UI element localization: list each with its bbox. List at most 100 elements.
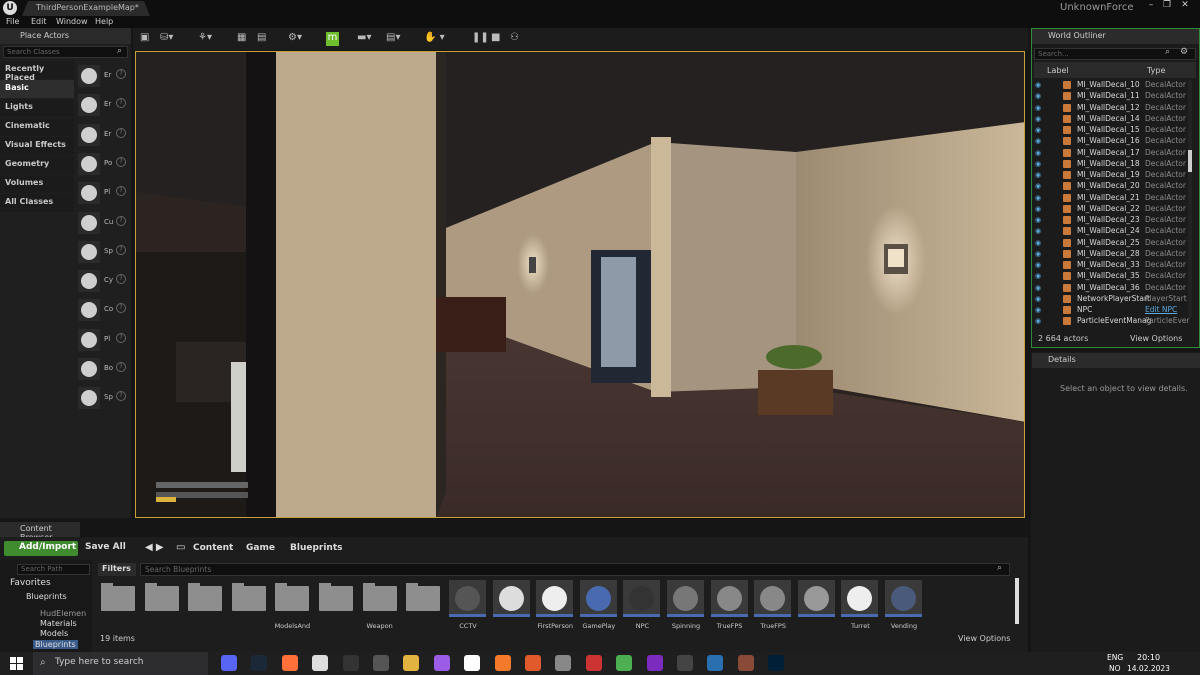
breadcrumb-content[interactable]: Content [193, 543, 233, 553]
outliner-row[interactable]: ◉ NetworkPlayerStart PlayerStart [1034, 294, 1188, 305]
help-icon[interactable]: ? [116, 362, 126, 372]
actor-item[interactable]: Er? [76, 63, 129, 91]
menu-window[interactable]: Window [56, 17, 88, 26]
actor-item[interactable]: Cu? [76, 210, 129, 238]
outliner-row[interactable]: ◉ MI_WallDecal_21 DecalActor [1034, 193, 1188, 204]
outliner-row[interactable]: ◉ MI_WallDecal_22 DecalActor [1034, 204, 1188, 215]
visibility-eye-icon[interactable]: ◉ [1035, 194, 1044, 202]
category-geometry[interactable]: Geometry [0, 156, 74, 174]
asset-thumbnail[interactable] [623, 580, 661, 617]
content-scrollbar[interactable] [1015, 578, 1019, 624]
menu-edit[interactable]: Edit [31, 17, 47, 26]
folder-icon[interactable] [101, 583, 135, 611]
source-control-icon[interactable]: ⛁▾ [160, 32, 173, 46]
column-type[interactable]: Type [1147, 66, 1165, 75]
folder-icon[interactable] [144, 583, 179, 611]
class-search-input[interactable]: Search Classes [3, 46, 128, 58]
minimize-icon[interactable]: – [1144, 0, 1158, 12]
outliner-row[interactable]: ◉ MI_WallDecal_11 DecalActor [1034, 91, 1188, 102]
visibility-eye-icon[interactable]: ◉ [1035, 317, 1044, 325]
help-icon[interactable]: ? [116, 127, 126, 138]
outliner-scroll-thumb[interactable] [1188, 150, 1192, 172]
breadcrumb-game[interactable]: Game [246, 543, 275, 553]
stop-icon[interactable]: ■ [491, 32, 500, 46]
save-all-button[interactable]: Save All [85, 542, 126, 552]
help-icon[interactable]: ? [116, 186, 126, 197]
launch-icon[interactable]: ✋ ▾ [424, 32, 445, 46]
content-browser-tab[interactable]: Content Browser [0, 522, 80, 542]
folder-icon[interactable] [188, 583, 223, 611]
outliner-row[interactable]: ◉ MI_WallDecal_28 DecalActor [1034, 249, 1188, 260]
modes-icon[interactable]: ⚘▾ [198, 32, 212, 46]
obs-icon[interactable] [373, 655, 389, 671]
content-view-options[interactable]: View Options [958, 634, 1010, 643]
visibility-eye-icon[interactable]: ◉ [1035, 182, 1044, 190]
tree-models[interactable]: Models [40, 629, 68, 638]
settings-icon[interactable]: ⚙▾ [288, 32, 302, 46]
outliner-row[interactable]: ◉ MI_WallDecal_10 DecalActor [1034, 80, 1188, 91]
category-recently-placed[interactable]: Recently Placed [0, 61, 74, 82]
ref-icon[interactable] [677, 655, 693, 671]
menu-help[interactable]: Help [95, 17, 113, 26]
filters-button[interactable]: Filters [98, 563, 136, 576]
marketplace-icon[interactable]: ▤ [257, 32, 266, 46]
tor-icon[interactable] [646, 655, 663, 671]
visibility-eye-icon[interactable]: ◉ [1035, 115, 1044, 123]
asset-thumbnail[interactable] [841, 580, 879, 617]
taskbar-search-input[interactable]: Type here to search [33, 652, 208, 675]
asset-thumbnail[interactable] [449, 580, 486, 617]
breadcrumb-blueprints[interactable]: Blueprints [290, 543, 343, 553]
outliner-row[interactable]: ◉ ParticleEventManag ParticleEver [1034, 316, 1190, 327]
outliner-view-options[interactable]: View Options [1130, 334, 1182, 343]
clock-time[interactable]: 20:10 [1137, 653, 1160, 662]
asset-thumbnail[interactable] [667, 580, 704, 617]
help-icon[interactable]: ? [116, 244, 126, 255]
folder-icon[interactable] [406, 583, 441, 611]
tree-favorites[interactable]: Favorites [10, 578, 51, 588]
help-icon[interactable]: ? [116, 391, 126, 402]
photoshop-icon[interactable] [768, 655, 785, 671]
asset-thumbnail[interactable] [710, 580, 748, 617]
avatar-icon[interactable] [737, 655, 754, 671]
visibility-eye-icon[interactable]: ◉ [1035, 92, 1044, 100]
outliner-row[interactable]: ◉ MI_WallDecal_18 DecalActor [1034, 159, 1188, 170]
firefox-icon[interactable] [281, 655, 298, 671]
visibility-eye-icon[interactable]: ◉ [1035, 171, 1044, 179]
visibility-eye-icon[interactable]: ◉ [1035, 306, 1044, 314]
level-tab[interactable]: ThirdPersonExampleMap* [22, 1, 150, 16]
epic-icon[interactable] [342, 655, 359, 671]
tree-materials[interactable]: Materials [40, 619, 77, 628]
visibility-eye-icon[interactable]: ◉ [1035, 250, 1044, 258]
menu-file[interactable]: File [6, 17, 19, 26]
visibility-eye-icon[interactable]: ◉ [1035, 137, 1044, 145]
category-volumes[interactable]: Volumes [0, 175, 74, 193]
visibility-eye-icon[interactable]: ◉ [1035, 295, 1044, 303]
asset-thumbnail[interactable] [492, 580, 530, 617]
cz-icon[interactable] [707, 655, 724, 671]
folder-icon[interactable] [275, 583, 310, 611]
path-search-input[interactable]: Search Path [17, 564, 90, 575]
help-icon[interactable]: ? [116, 303, 126, 314]
outliner-row[interactable]: ◉ MI_WallDecal_14 DecalActor [1034, 114, 1188, 125]
paint-icon[interactable] [585, 655, 602, 671]
folder-icon[interactable] [403, 655, 420, 671]
visibility-eye-icon[interactable]: ◉ [1035, 216, 1044, 224]
actor-item[interactable]: Co? [76, 297, 129, 325]
column-label[interactable]: Label [1047, 66, 1069, 75]
outliner-row[interactable]: ◉ MI_WallDecal_20 DecalActor [1034, 181, 1188, 192]
add-import-button[interactable]: Add/Import [4, 541, 78, 556]
back-icon[interactable]: ◀ ▶ [145, 542, 164, 553]
outliner-row[interactable]: ◉ MI_WallDecal_23 DecalActor [1034, 215, 1188, 226]
asset-thumbnail[interactable] [885, 580, 922, 617]
asset-thumbnail[interactable] [754, 580, 792, 617]
help-icon[interactable]: ? [116, 215, 126, 226]
tree-hudelements[interactable]: HudElemen [40, 609, 86, 618]
eject-icon[interactable]: ⚇ [510, 32, 519, 46]
cinematics-icon[interactable]: ▬▾ [357, 32, 371, 46]
help-icon[interactable]: ? [116, 69, 126, 79]
asset-search-input[interactable]: Search Blueprints [140, 563, 1010, 576]
actor-item[interactable]: Sp? [76, 239, 129, 267]
outliner-row[interactable]: ◉ NPC Edit NPC [1034, 305, 1188, 316]
category-basic[interactable]: Basic [0, 80, 74, 98]
actor-item[interactable]: Bo? [76, 356, 129, 384]
